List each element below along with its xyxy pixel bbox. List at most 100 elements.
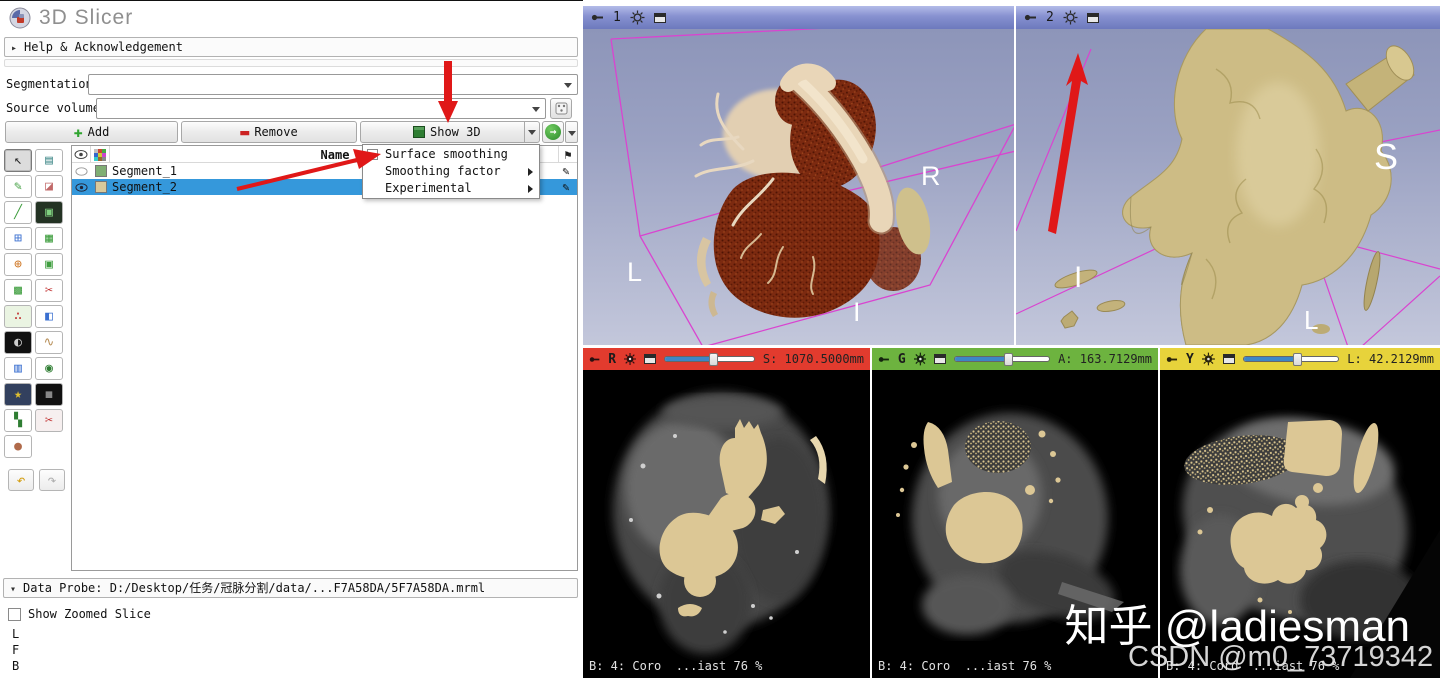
effect-grow-from-seeds-button[interactable]: ▦ [35, 227, 63, 250]
slice-offset-value: S: 1070.5000mm [762, 352, 864, 366]
module-panel: 3D Slicer ▸ Help & Acknowledgement Segmen… [0, 0, 583, 678]
segmentation-combobox[interactable]: Segmentation [88, 74, 578, 95]
edit-pencil-icon[interactable]: ✎ [558, 179, 574, 195]
red-slice-controller-bar: R S: 1070.5000mm [583, 348, 870, 370]
add-segment-button[interactable]: ✚ Add [5, 121, 178, 143]
pin-icon[interactable] [1024, 11, 1037, 24]
effect-flood-filling-button[interactable]: ◉ [35, 357, 63, 380]
remove-label: Remove [254, 125, 298, 139]
maximize-view-icon[interactable] [1086, 12, 1099, 23]
effect-lasso-cut-button[interactable]: ✂ [35, 409, 63, 432]
annotation-arrow-down [438, 61, 458, 123]
pin-icon[interactable] [1166, 353, 1178, 366]
color-column-header[interactable] [91, 146, 110, 163]
status-column-header[interactable]: ⚑ [558, 146, 577, 163]
segment-color-swatch[interactable] [95, 165, 107, 177]
data-probe-collapsible[interactable]: ▾ Data Probe: D:/Desktop/任务/冠脉分割/data/...… [3, 578, 578, 598]
effect-margin-button[interactable]: ⊕ [4, 253, 32, 276]
apply-dropdown-arrow[interactable] [565, 121, 578, 143]
redo-button[interactable]: ↷ [39, 469, 65, 491]
menu-item-smoothing-factor[interactable]: Smoothing factor [363, 163, 539, 180]
orientation-label-i: I [1074, 261, 1082, 294]
slider-handle[interactable] [1004, 353, 1014, 366]
effect-smoothing-button[interactable]: ▩ [4, 279, 32, 302]
source-volume-label: Source volume: [6, 101, 108, 115]
pin-icon[interactable] [589, 353, 600, 366]
data-probe-label: Data Probe: D:/Desktop/任务/冠脉分割/data/...F… [23, 581, 486, 595]
effect-split-volume-button[interactable]: ▚ [4, 409, 32, 432]
show-3d-button[interactable]: Show 3D [360, 121, 540, 143]
slice-options-gear-icon[interactable] [624, 352, 637, 366]
effect-local-threshold-button[interactable]: ▥ [4, 357, 32, 380]
probe-axis-f: F [12, 643, 20, 657]
show-3d-dropdown-arrow[interactable] [524, 122, 539, 142]
effect-hollow-button[interactable]: ▣ [35, 253, 63, 276]
effect-level-tracing-button[interactable]: ▣ [35, 201, 63, 224]
eye-hidden-icon[interactable] [75, 167, 88, 176]
orientation-label-l: L [1304, 305, 1318, 335]
effect-logical-operators-button[interactable]: ◧ [35, 305, 63, 328]
view2-controller-bar: 2 [1016, 6, 1440, 29]
view1-canvas[interactable]: R L I [583, 24, 1014, 345]
show-zoomed-slice-checkbox[interactable] [8, 608, 21, 621]
effect-scissors-button[interactable]: ✂ [35, 279, 63, 302]
paint-icon: ✎ [14, 179, 22, 194]
green-slice-controller-bar: G A: 163.7129mm [872, 348, 1158, 370]
background-volume-label: B: 4: Coro ...iast 76 % [589, 659, 763, 673]
collapse-arrow-icon: ▸ [11, 43, 18, 54]
slice-offset-value: A: 163.7129mm [1058, 352, 1152, 366]
lasso-cut-icon: ✂ [45, 413, 53, 428]
slice-options-gear-icon[interactable] [1201, 352, 1215, 366]
effect-paint-button[interactable]: ✎ [4, 175, 32, 198]
level-tracing-icon: ▣ [45, 205, 53, 220]
threeD-view-2[interactable]: 2 S I L [1016, 6, 1440, 345]
effect-ai-segmentation-button[interactable]: ● [4, 435, 32, 458]
effect-fast-marching-button[interactable]: ★ [4, 383, 32, 406]
segment-color-swatch[interactable] [95, 181, 107, 193]
edit-pencil-icon[interactable]: ✎ [558, 163, 574, 179]
pin-icon[interactable] [878, 353, 890, 366]
slider-handle[interactable] [708, 353, 718, 366]
view2-canvas[interactable]: S I L [1016, 28, 1440, 345]
effect-fill-between-slices-button[interactable]: ⊞ [4, 227, 32, 250]
threeD-view-1[interactable]: 1 R L I [583, 6, 1014, 345]
menu-item-experimental[interactable]: Experimental [363, 180, 539, 197]
source-volume-combobox[interactable]: 4: Coro DS_CorCTA 0.75 Bv40 3 BestDiast … [96, 98, 546, 119]
effect-mask-volume-button[interactable]: ◐ [4, 331, 32, 354]
background-volume-label: B: 4: Coro ...iast 76 % [878, 659, 1052, 673]
maximize-view-icon[interactable] [644, 354, 657, 364]
segment2-mesh [1054, 28, 1415, 345]
effect-erase-button[interactable]: ◪ [35, 175, 63, 198]
pin-icon[interactable] [591, 11, 604, 24]
help-label: Help & Acknowledgement [24, 40, 183, 54]
effect-surface-cut-button[interactable]: ∿ [35, 331, 63, 354]
visibility-column-header[interactable] [72, 146, 91, 163]
slice-view-red[interactable]: R S: 1070.5000mm B: 4: Coro ...iast 76 % [583, 348, 870, 678]
maximize-view-icon[interactable] [1222, 354, 1235, 364]
help-collapsible[interactable]: ▸ Help & Acknowledgement [4, 37, 578, 57]
maximize-view-icon[interactable] [934, 354, 947, 364]
slice-offset-slider[interactable] [1242, 353, 1340, 366]
effect-threshold-button[interactable]: ▤ [35, 149, 63, 172]
chevron-down-icon [564, 83, 572, 88]
eye-visible-icon[interactable] [75, 183, 88, 192]
effect-watershed-button[interactable]: ◼ [35, 383, 63, 406]
menu-item-surface-smoothing[interactable]: Surface smoothing [363, 146, 539, 163]
specify-geometry-button[interactable] [550, 98, 572, 119]
undo-button[interactable]: ↶ [8, 469, 34, 491]
view-options-gear-icon[interactable] [630, 10, 645, 25]
slice-offset-slider[interactable] [954, 353, 1051, 366]
remove-segment-button[interactable]: ▬ Remove [181, 121, 357, 143]
effect-none-button[interactable]: ↖ [4, 149, 32, 172]
green-arrow-icon: → [545, 124, 561, 140]
maximize-view-icon[interactable] [653, 12, 666, 23]
effect-islands-button[interactable]: ∴ [4, 305, 32, 328]
effect-draw-button[interactable]: ╱ [4, 201, 32, 224]
view-options-gear-icon[interactable] [1063, 10, 1078, 25]
switch-to-segmentations-button[interactable]: → [542, 121, 564, 143]
red-slice-canvas[interactable]: B: 4: Coro ...iast 76 % [583, 370, 870, 678]
slider-handle[interactable] [1292, 353, 1302, 366]
slice-offset-slider[interactable] [664, 353, 755, 366]
slice-options-gear-icon[interactable] [913, 352, 927, 366]
watershed-icon: ◼ [45, 387, 53, 402]
